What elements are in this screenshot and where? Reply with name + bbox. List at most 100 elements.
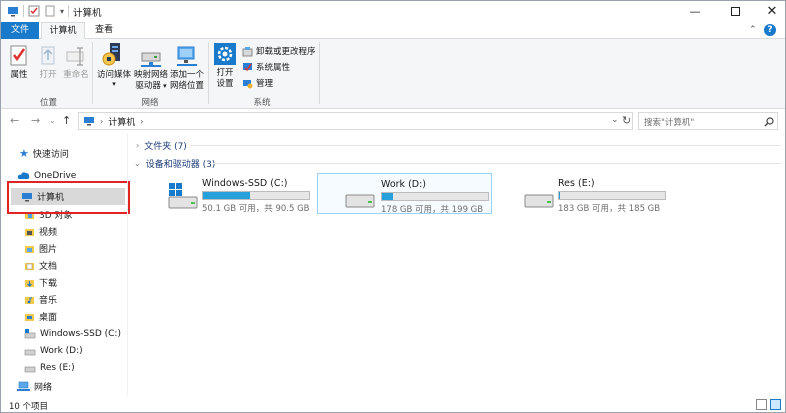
desktop-folder-icon xyxy=(25,313,34,321)
usage-bar-fill xyxy=(203,192,251,199)
quick-access-toolbar: ▾ xyxy=(7,4,73,18)
drive-tile-c[interactable]: Windows-SSD (C:) 50.1 GB 可用，共 90.5 GB xyxy=(139,173,315,214)
sidebar-item-quick-access[interactable]: ★ 快速访问 xyxy=(19,145,69,162)
drive-name: Windows-SSD (C:) xyxy=(202,178,288,189)
open-label: 打开 xyxy=(39,70,57,80)
folders-section-header[interactable]: › 文件夹 (7) xyxy=(136,139,187,152)
back-arrow-icon[interactable]: ← xyxy=(10,114,19,127)
add-network-location-icon xyxy=(177,46,197,66)
open-settings-label-1: 打开 xyxy=(216,68,234,78)
rename-button[interactable]: 重命名 xyxy=(62,44,90,81)
sidebar-item-desktop[interactable]: 桌面 xyxy=(24,308,57,325)
sidebar-item-drive-c[interactable]: Windows-SSD (C:) xyxy=(24,325,121,342)
uninstall-programs-button[interactable]: 卸载或更改程序 xyxy=(242,44,316,58)
section-divider xyxy=(213,163,781,164)
devices-section-header[interactable]: ⌄ 设备和驱动器 (3) xyxy=(134,157,215,170)
devices-section-label: 设备和驱动器 (3) xyxy=(145,160,216,170)
minimize-button[interactable]: — xyxy=(677,1,713,22)
sidebar-item-downloads[interactable]: 下载 xyxy=(24,274,57,291)
collapse-ribbon-chevron-icon[interactable]: ⌃ xyxy=(749,25,757,35)
sidebar-item-documents[interactable]: 文档 xyxy=(24,257,57,274)
tab-file[interactable]: 文件 xyxy=(1,22,39,39)
sidebar-item-music[interactable]: 音乐 xyxy=(24,291,57,308)
search-icon xyxy=(764,117,774,127)
drive-free-space: 183 GB 可用，共 185 GB xyxy=(558,204,661,214)
large-icons-view-icon[interactable] xyxy=(770,399,781,410)
address-dropdown-icon[interactable]: ⌄ xyxy=(611,115,619,125)
maximize-button[interactable] xyxy=(717,1,753,22)
details-view-icon[interactable] xyxy=(756,399,767,410)
uninstall-label: 卸载或更改程序 xyxy=(256,47,316,57)
sidebar-item-network[interactable]: 网络 xyxy=(17,378,52,395)
help-icon[interactable]: ? xyxy=(764,24,776,36)
usage-bar xyxy=(202,191,310,200)
close-button[interactable]: ✕ xyxy=(754,1,786,22)
sidebar-item-drive-d[interactable]: Work (D:) xyxy=(24,342,83,359)
sidebar-item-drive-e[interactable]: Res (E:) xyxy=(24,359,75,376)
search-box[interactable]: 搜索"计算机" xyxy=(638,112,778,130)
access-media-button[interactable]: 访问媒体 ▾ xyxy=(95,42,133,88)
system-properties-button[interactable]: 系统属性 xyxy=(242,60,290,74)
ribbon-tabs: 文件 计算机 查看 ⌃ ? xyxy=(1,22,785,40)
tab-computer[interactable]: 计算机 xyxy=(41,22,85,40)
drive-icon xyxy=(24,328,36,338)
music-folder-icon xyxy=(25,296,34,304)
expand-chevron-icon[interactable]: › xyxy=(136,141,139,150)
navigation-pane: ★ 快速访问 OneDrive 计算机 3D 对象 视频 图片 文档 下载 音乐… xyxy=(1,133,132,396)
collapse-chevron-icon[interactable]: ⌄ xyxy=(134,159,141,168)
map-network-drive-button[interactable]: 映射网络 驱动器 ▾ xyxy=(133,44,169,92)
drive-icon xyxy=(24,349,36,355)
tab-view[interactable]: 查看 xyxy=(87,22,121,39)
new-folder-icon[interactable] xyxy=(44,5,56,17)
computer-small-icon xyxy=(8,6,18,16)
manage-button[interactable]: 管理 xyxy=(242,76,273,90)
sidebar-item-videos[interactable]: 视频 xyxy=(24,223,57,240)
breadcrumb-separator-icon[interactable]: › xyxy=(100,117,103,126)
section-divider xyxy=(191,145,781,146)
document-folder-icon xyxy=(25,262,34,270)
highlight-box xyxy=(7,181,130,214)
rename-icon xyxy=(66,47,84,66)
window-title: 计算机 xyxy=(73,8,102,19)
customize-qa-chevron-icon[interactable]: ▾ xyxy=(60,7,64,16)
sidebar-scrollbar[interactable] xyxy=(127,133,128,396)
map-drive-label-1: 映射网络 xyxy=(133,70,168,80)
properties-icon xyxy=(10,45,27,66)
folders-section-label: 文件夹 (7) xyxy=(144,142,187,152)
location-group-label: 位置 xyxy=(39,98,57,108)
sidebar-item-label: 视频 xyxy=(39,228,58,238)
network-group-label: 网络 xyxy=(141,98,159,108)
uninstall-icon xyxy=(242,46,253,56)
open-settings-label-2: 设置 xyxy=(216,79,234,89)
drive-tile-e[interactable]: Res (E:) 183 GB 可用，共 185 GB xyxy=(495,173,671,214)
access-media-icon xyxy=(102,43,120,66)
computer-address-icon xyxy=(84,117,94,126)
sidebar-item-label: 文档 xyxy=(39,262,58,272)
cloud-icon xyxy=(17,172,30,179)
properties-check-icon[interactable] xyxy=(28,5,40,17)
address-bar[interactable]: › 计算机 › ⌄ ↻ xyxy=(78,112,633,130)
open-button[interactable]: 打开 xyxy=(37,44,59,81)
sidebar-item-pictures[interactable]: 图片 xyxy=(24,240,57,257)
properties-button[interactable]: 属性 xyxy=(7,44,31,81)
add-network-location-button[interactable]: 添加一个 网络位置 xyxy=(169,44,205,92)
breadcrumb-computer[interactable]: 计算机 xyxy=(108,115,135,128)
sidebar-item-label: Windows-SSD (C:) xyxy=(40,328,121,339)
open-settings-button[interactable]: 打开 设置 xyxy=(212,42,238,90)
title-bar: ▾ 计算机 — ✕ xyxy=(1,1,785,22)
recent-locations-chevron-icon[interactable]: ⌄ xyxy=(49,116,56,125)
forward-arrow-icon[interactable]: → xyxy=(31,114,40,127)
properties-label: 属性 xyxy=(10,70,28,80)
refresh-icon[interactable]: ↻ xyxy=(622,114,631,127)
manage-label: 管理 xyxy=(256,79,274,89)
settings-gear-icon xyxy=(214,43,236,65)
drive-tile-d[interactable]: Work (D:) 178 GB 可用，共 199 GB xyxy=(317,173,492,215)
sidebar-item-label: 音乐 xyxy=(39,296,58,306)
map-drive-label-2: 驱动器 xyxy=(135,81,161,91)
usage-bar-fill xyxy=(559,192,561,199)
star-icon: ★ xyxy=(19,147,29,160)
drive-icon xyxy=(345,194,375,208)
up-arrow-icon[interactable]: ↑ xyxy=(62,114,71,127)
system-group-label: 系统 xyxy=(253,98,271,108)
breadcrumb-chevron-icon[interactable]: › xyxy=(140,117,143,126)
